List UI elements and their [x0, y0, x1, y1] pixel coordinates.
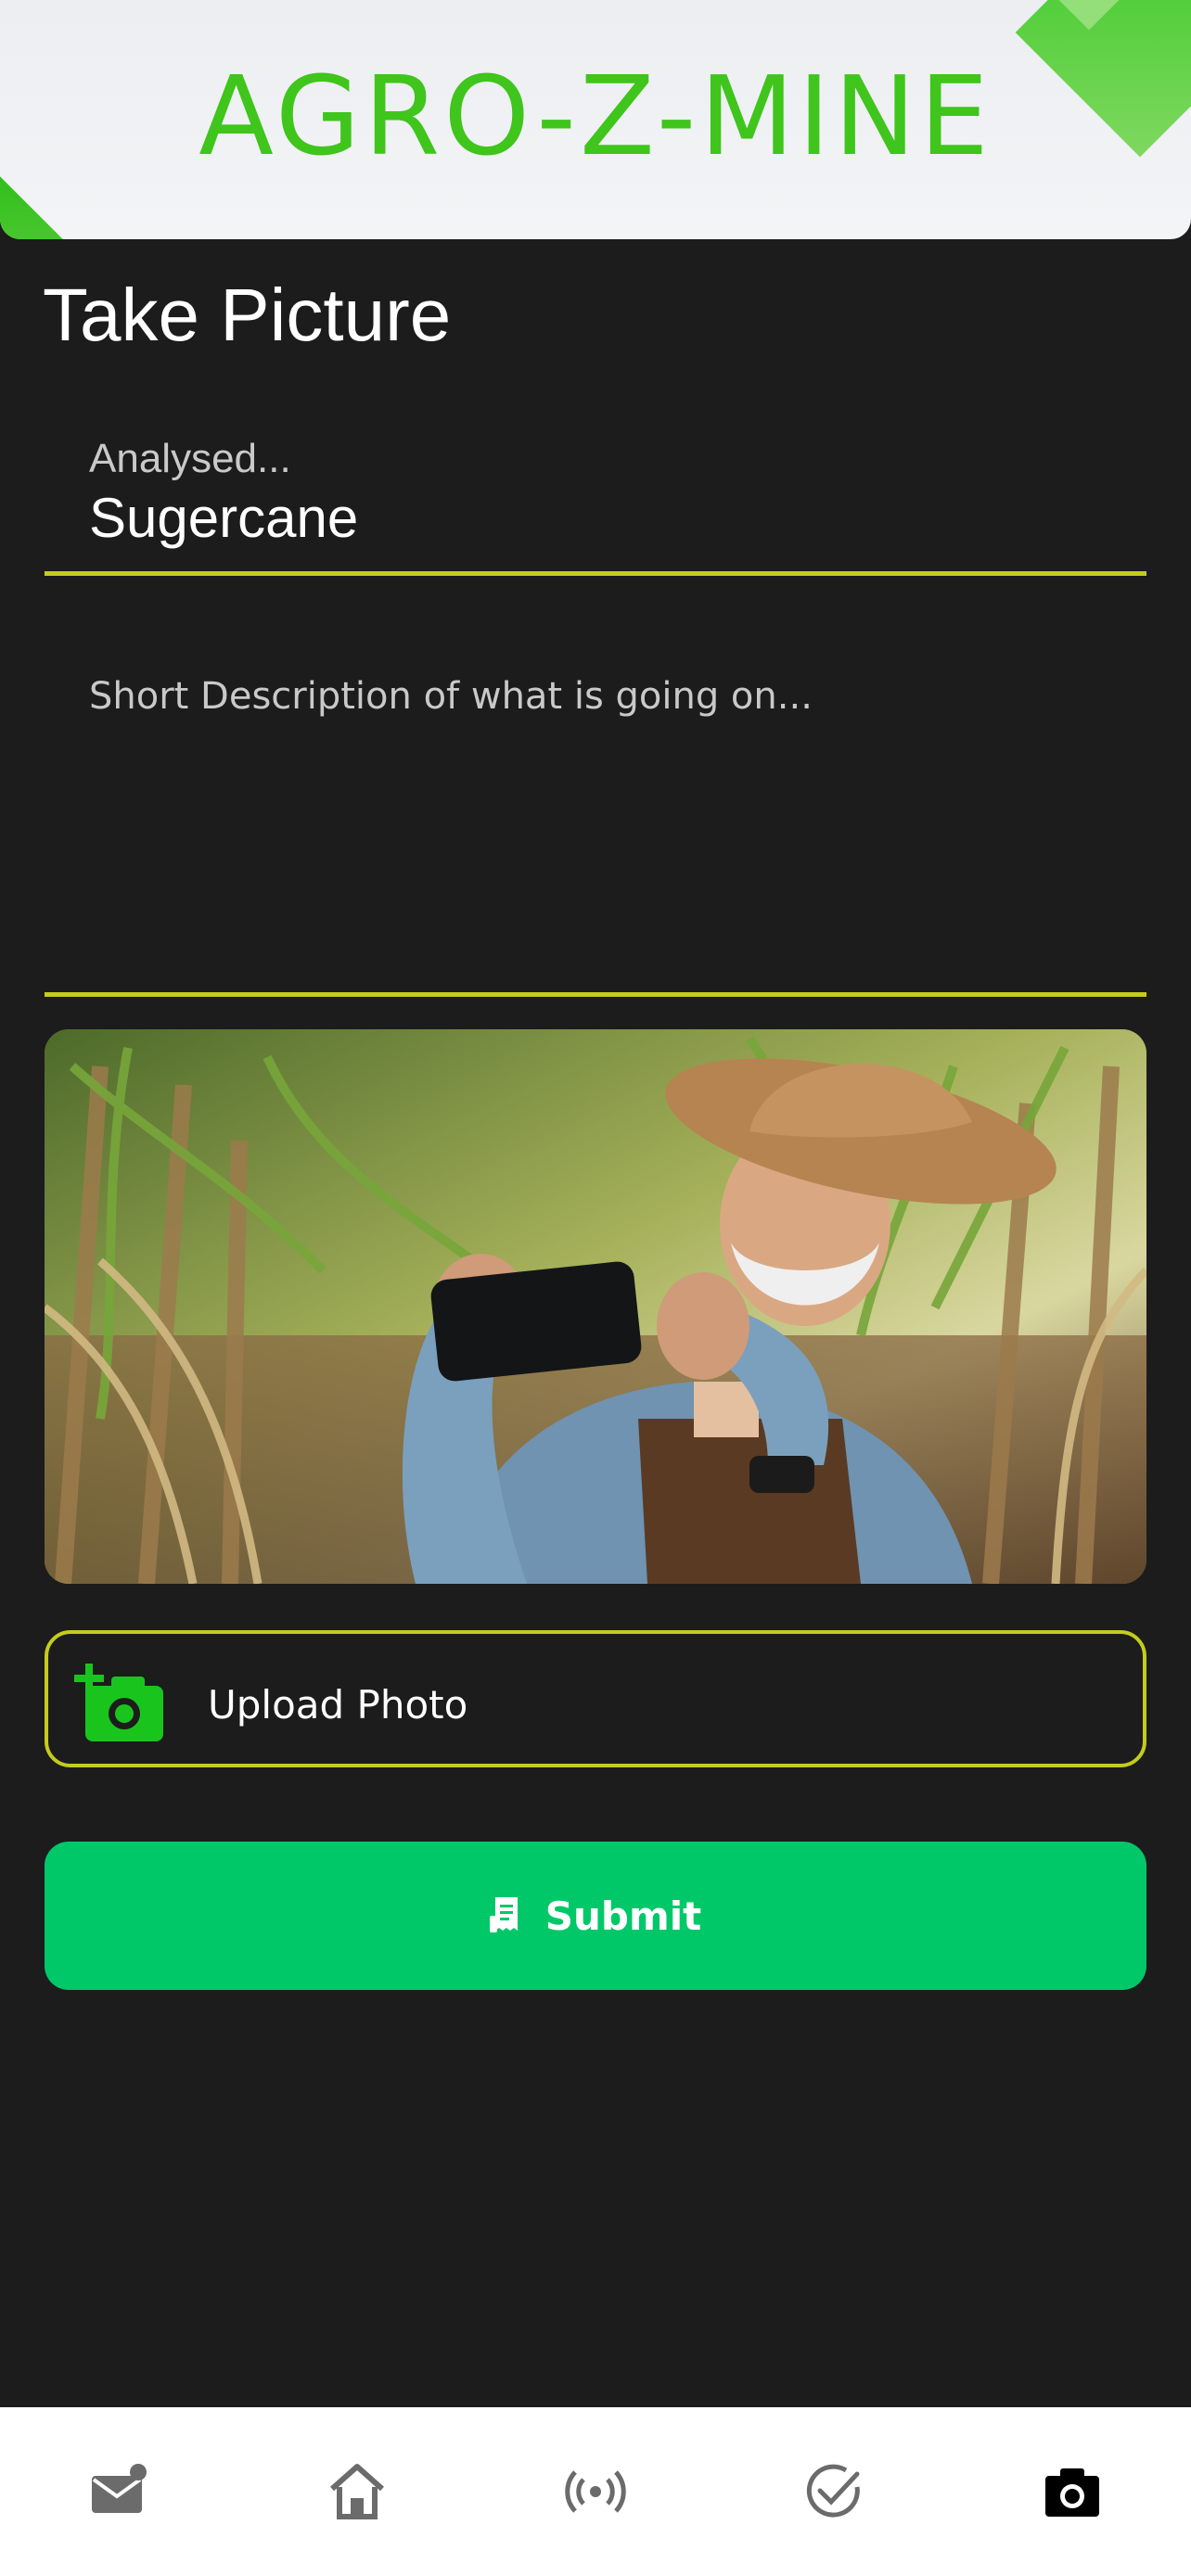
upload-photo-button[interactable]: Upload Photo	[45, 1630, 1146, 1767]
description-placeholder: Short Description of what is going on...	[89, 675, 813, 718]
tab-home[interactable]	[238, 2407, 476, 2576]
bottom-tab-bar	[0, 2407, 1191, 2576]
photo-illustration	[45, 1029, 1146, 1584]
analysed-field-value: Sugercane	[89, 487, 359, 549]
mail-notification-icon	[92, 2464, 147, 2513]
analysed-field[interactable]: Analysed... Sugercane	[45, 408, 1146, 576]
home-icon	[330, 2464, 384, 2519]
preview-photo	[45, 1029, 1146, 1584]
submit-label: Submit	[544, 1893, 702, 1939]
brand-logo-text: AGRO-Z-MINE	[198, 52, 992, 180]
tab-camera[interactable]	[954, 2407, 1191, 2576]
receipt-icon	[489, 1897, 518, 1932]
analysed-field-label: Analysed...	[89, 436, 291, 481]
camera-icon	[1045, 2468, 1099, 2517]
description-textarea[interactable]: Short Description of what is going on...	[45, 614, 1146, 997]
check-circle-icon	[806, 2464, 860, 2518]
page-title: Take Picture	[43, 274, 452, 356]
submit-button[interactable]: Submit	[45, 1842, 1146, 1990]
tab-sensors[interactable]	[477, 2407, 714, 2576]
header-banner: AGRO-Z-MINE	[0, 0, 1191, 239]
tab-messages[interactable]	[0, 2407, 237, 2576]
tab-tasks[interactable]	[715, 2407, 953, 2576]
broadcast-icon	[565, 2470, 626, 2513]
upload-photo-label: Upload Photo	[208, 1682, 468, 1728]
add-photo-icon	[74, 1664, 163, 1741]
app-header: AGRO-Z-MINE	[0, 0, 1191, 241]
submit-button-content: Submit	[45, 1842, 1146, 1990]
corner-accent-left	[0, 172, 68, 239]
